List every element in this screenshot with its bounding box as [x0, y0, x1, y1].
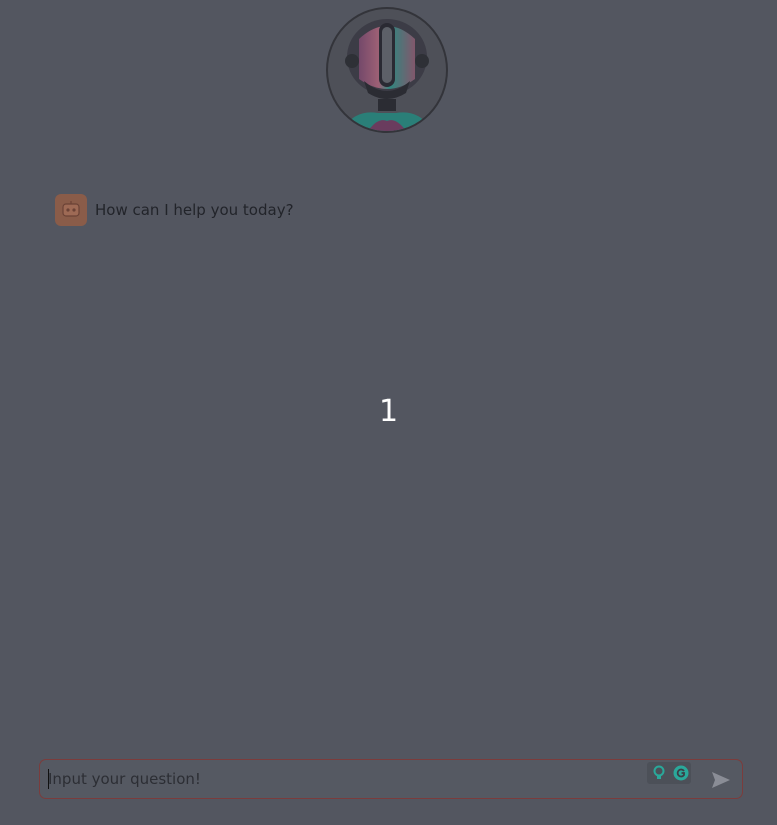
lightbulb-icon[interactable] [651, 765, 667, 781]
send-button[interactable] [710, 769, 732, 791]
assistant-message: How can I help you today? [55, 194, 294, 226]
grammarly-icon[interactable] [673, 765, 689, 781]
question-composer [39, 759, 743, 799]
robot-logo-icon [326, 7, 448, 133]
question-input[interactable] [48, 766, 638, 792]
bot-avatar-icon [55, 194, 87, 226]
chat-page: How can I help you today? 1 [0, 0, 777, 825]
assistant-message-text: How can I help you today? [95, 201, 294, 219]
step-number-overlay: 1 [378, 394, 399, 429]
text-caret [48, 769, 49, 789]
send-icon [712, 772, 730, 788]
input-tools [647, 762, 691, 784]
